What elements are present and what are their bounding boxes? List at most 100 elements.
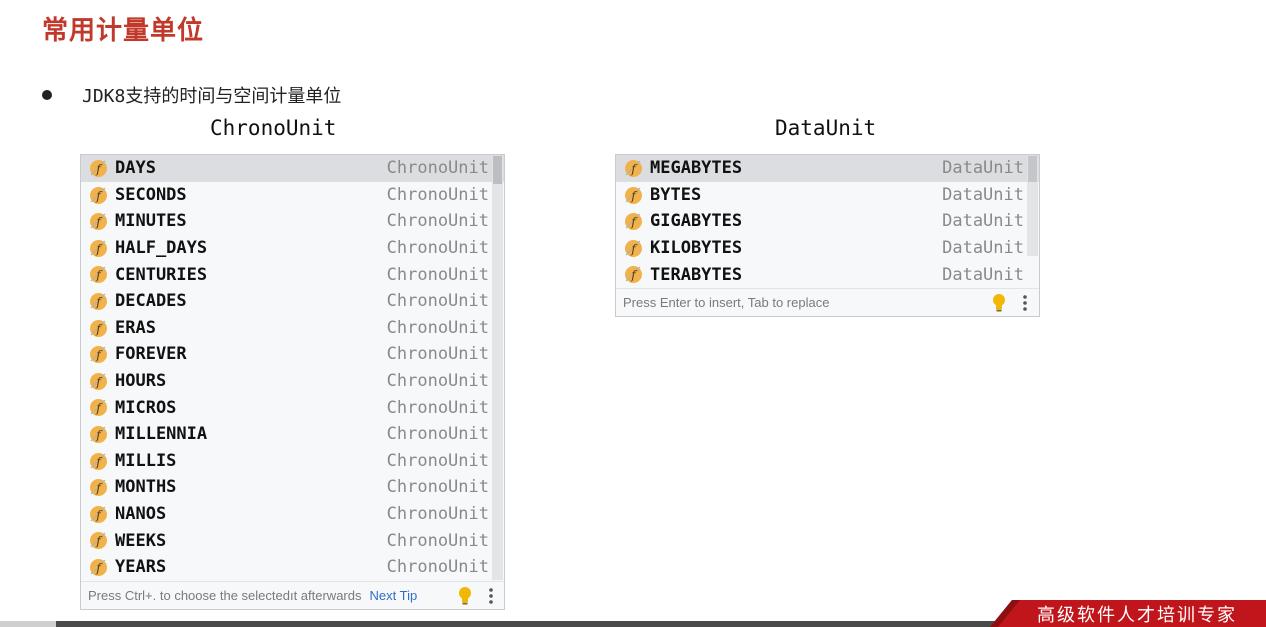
bullet-text: JDK8支持的时间与空间计量单位 (82, 86, 342, 107)
field-f-icon: f (90, 452, 107, 470)
completion-item[interactable]: f BYTES DataUnit (616, 182, 1039, 209)
completion-item[interactable]: f MICROS ChronoUnit (81, 394, 504, 421)
completion-item[interactable]: f YEARS ChronoUnit (81, 554, 504, 581)
field-f-icon: f (625, 266, 642, 284)
field-f-icon: f (90, 425, 107, 443)
completion-item-name: MINUTES (115, 211, 187, 232)
field-f-icon: f (90, 160, 107, 177)
completion-item[interactable]: f MONTHS ChronoUnit (81, 474, 504, 501)
completion-item[interactable]: f DECADES ChronoUnit (81, 288, 504, 315)
field-f-icon: f (90, 292, 107, 310)
completion-item[interactable]: f CENTURIES ChronoUnit (81, 261, 504, 288)
completion-item-name: MEGABYTES (650, 158, 743, 179)
completion-item-name: SECONDS (115, 184, 187, 205)
completion-item-name: MONTHS (115, 477, 177, 498)
completion-item-type: ChronoUnit (386, 184, 489, 205)
completion-item[interactable]: f WEEKS ChronoUnit (81, 527, 504, 554)
completion-item-type: ChronoUnit (386, 317, 489, 338)
more-vertical-icon[interactable] (1022, 294, 1028, 312)
scrollbar-thumb[interactable] (1028, 156, 1037, 182)
completion-item-name: MILLENNIA (115, 424, 208, 445)
field-f-icon: f (90, 186, 107, 204)
completion-item-name: MILLIS (115, 450, 177, 471)
completion-item-type: ChronoUnit (386, 344, 489, 365)
completion-item[interactable]: f MEGABYTES DataUnit (616, 155, 1039, 182)
completion-item[interactable]: f HALF_DAYS ChronoUnit (81, 235, 504, 262)
completion-item-type: ChronoUnit (386, 158, 489, 179)
field-f-icon: f (90, 213, 107, 231)
completion-item-type: DataUnit (942, 184, 1024, 205)
completion-item[interactable]: f ERAS ChronoUnit (81, 315, 504, 342)
field-f-icon: f (90, 266, 107, 284)
field-f-icon: f (90, 319, 107, 337)
completion-item-type: ChronoUnit (386, 557, 489, 578)
completion-item[interactable]: f TERABYTES DataUnit (616, 261, 1039, 288)
completion-item-name: HALF_DAYS (115, 238, 208, 259)
field-f-icon: f (625, 186, 642, 204)
dataunit-completion-popup[interactable]: f MEGABYTES DataUnit f BYTES DataUnit f GIGABYT… (615, 154, 1040, 317)
footer-hint: Press Ctrl+. to choose the selectedıt af… (88, 588, 362, 603)
field-f-icon: f (625, 160, 642, 177)
popup-footer: Press Ctrl+. to choose the selectedıt af… (81, 581, 504, 609)
completion-item-name: WEEKS (115, 530, 167, 551)
completion-item-type: ChronoUnit (386, 504, 489, 525)
completion-item-name: FOREVER (115, 344, 187, 365)
completion-item-type: DataUnit (942, 238, 1024, 259)
completion-item-type: DataUnit (942, 264, 1024, 285)
scrollbar-thumb[interactable] (493, 156, 502, 184)
completion-item[interactable]: f DAYS ChronoUnit (81, 155, 504, 182)
field-f-icon: f (90, 558, 107, 576)
completion-item-name: DAYS (115, 158, 156, 179)
bullet-dot (42, 90, 52, 100)
completion-item-name: KILOBYTES (650, 238, 743, 259)
completion-item-type: ChronoUnit (386, 211, 489, 232)
completion-item-name: DECADES (115, 291, 187, 312)
completion-item-type: ChronoUnit (386, 264, 489, 285)
completion-item-type: ChronoUnit (386, 291, 489, 312)
field-f-icon: f (90, 532, 107, 550)
completion-item-name: GIGABYTES (650, 211, 743, 232)
completion-item-type: DataUnit (942, 158, 1024, 179)
completion-item-name: HOURS (115, 371, 167, 392)
next-tip-link[interactable]: Next Tip (370, 588, 418, 603)
field-f-icon: f (90, 239, 107, 257)
lightbulb-icon[interactable] (458, 586, 472, 606)
completion-item-type: ChronoUnit (386, 477, 489, 498)
completion-item[interactable]: f MILLIS ChronoUnit (81, 448, 504, 475)
completion-item-name: YEARS (115, 557, 167, 578)
chronounit-completion-popup[interactable]: f DAYS ChronoUnit f SECONDS ChronoUnit f MINUTE… (80, 154, 505, 610)
field-f-icon: f (90, 479, 107, 497)
completion-item[interactable]: f MINUTES ChronoUnit (81, 208, 504, 235)
completion-item-type: ChronoUnit (386, 371, 489, 392)
field-f-icon: f (90, 372, 107, 390)
dataunit-heading: DataUnit (775, 116, 877, 140)
footer-hint: Press Enter to insert, Tab to replace (623, 295, 830, 310)
completion-item-type: ChronoUnit (386, 424, 489, 445)
completion-item[interactable]: f GIGABYTES DataUnit (616, 208, 1039, 235)
completion-item-type: DataUnit (942, 211, 1024, 232)
completion-item-type: ChronoUnit (386, 450, 489, 471)
completion-item-name: ERAS (115, 317, 156, 338)
scrollbar[interactable] (492, 156, 503, 580)
bullet-item: JDK8支持的时间与空间计量单位 (42, 82, 341, 108)
completion-item[interactable]: f SECONDS ChronoUnit (81, 182, 504, 209)
completion-list[interactable]: f MEGABYTES DataUnit f BYTES DataUnit f GIGABYT… (616, 155, 1039, 288)
completion-item[interactable]: f MILLENNIA ChronoUnit (81, 421, 504, 448)
completion-item-name: BYTES (650, 184, 702, 205)
completion-item[interactable]: f HOURS ChronoUnit (81, 368, 504, 395)
completion-list[interactable]: f DAYS ChronoUnit f SECONDS ChronoUnit f MINUTE… (81, 155, 504, 581)
field-f-icon: f (90, 399, 107, 417)
completion-item-name: CENTURIES (115, 264, 208, 285)
lightbulb-icon[interactable] (992, 293, 1006, 313)
completion-item[interactable]: f FOREVER ChronoUnit (81, 341, 504, 368)
completion-item[interactable]: f NANOS ChronoUnit (81, 501, 504, 528)
completion-item-name: MICROS (115, 397, 177, 418)
more-vertical-icon[interactable] (488, 587, 494, 605)
field-f-icon: f (90, 346, 107, 364)
completion-item[interactable]: f KILOBYTES DataUnit (616, 235, 1039, 262)
completion-item-type: ChronoUnit (386, 238, 489, 259)
brand-tagline: 高级软件人才培训专家 (1037, 605, 1237, 626)
scrollbar[interactable] (1027, 156, 1038, 256)
field-f-icon: f (90, 505, 107, 523)
completion-item-name: NANOS (115, 504, 167, 525)
